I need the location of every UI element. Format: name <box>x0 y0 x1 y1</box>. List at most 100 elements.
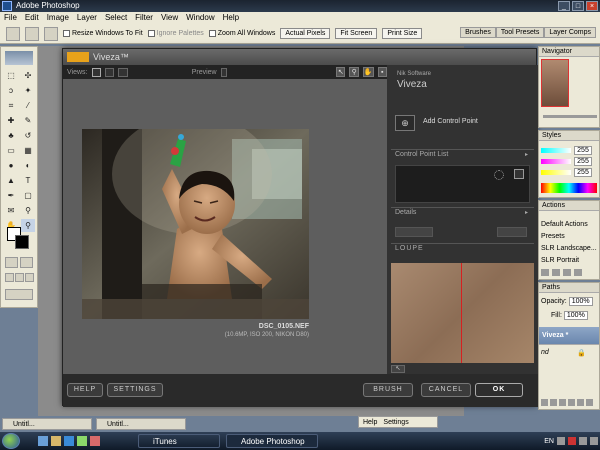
side-by-side-view-icon[interactable] <box>118 67 128 77</box>
zoom-tool-icon-viveza[interactable]: ⚲ <box>349 67 359 77</box>
app-icon[interactable] <box>77 436 87 446</box>
control-point-list[interactable] <box>395 165 530 203</box>
eraser-tool-icon[interactable]: ▭ <box>4 144 18 157</box>
settings-tab[interactable]: Settings <box>383 417 408 427</box>
blur-tool-icon[interactable]: ● <box>4 159 18 172</box>
imageready-jump-icon[interactable] <box>5 289 33 300</box>
magic-wand-icon[interactable]: ✦ <box>21 84 35 97</box>
print-size-button[interactable]: Print Size <box>382 28 423 39</box>
trash-icon[interactable] <box>586 399 593 406</box>
slice-tool-icon[interactable]: ⁄ <box>21 99 35 112</box>
reset-icon[interactable] <box>494 170 504 180</box>
opacity-field[interactable]: 100% <box>568 297 593 306</box>
action-item[interactable]: SLR Landscape... <box>541 245 597 252</box>
action-item[interactable]: SLR Portrait <box>541 257 579 264</box>
hand-tool-icon-viveza[interactable]: ✋ <box>362 67 374 77</box>
tab-layer-comps[interactable]: Layer Comps <box>544 27 596 38</box>
blue-value[interactable]: 255 <box>574 168 592 177</box>
menu-edit[interactable]: Edit <box>25 12 39 24</box>
resize-windows-checkbox[interactable]: Resize Windows To Fit <box>63 30 143 37</box>
details-right-button[interactable] <box>497 227 527 237</box>
play-icon[interactable] <box>563 269 571 276</box>
healing-brush-icon[interactable]: ✚ <box>4 114 18 127</box>
fill-field[interactable]: 100% <box>563 311 588 320</box>
ie-icon[interactable] <box>64 436 74 446</box>
green-slider[interactable] <box>541 159 571 164</box>
stop-icon[interactable] <box>541 269 549 276</box>
loupe-split-line[interactable] <box>461 263 462 363</box>
eyedropper-icon[interactable]: ⚲ <box>21 204 35 217</box>
media-icon[interactable] <box>90 436 100 446</box>
zoom-all-windows-checkbox[interactable]: Zoom All Windows <box>208 30 275 37</box>
tray-alert-icon[interactable] <box>568 437 576 445</box>
help-tab[interactable]: Help <box>363 417 377 427</box>
add-control-point-button[interactable]: Add Control Point <box>423 118 478 125</box>
dodge-tool-icon[interactable]: ◐ <box>21 159 35 172</box>
single-view-icon[interactable] <box>91 67 101 77</box>
desktop-icon[interactable] <box>38 436 48 446</box>
minimized-doc-2[interactable]: Untitl... <box>96 418 186 430</box>
blue-slider[interactable] <box>541 170 571 175</box>
minimize-button[interactable]: _ <box>558 1 570 11</box>
folder-icon[interactable] <box>51 436 61 446</box>
mask-icon[interactable] <box>559 399 566 406</box>
record-icon[interactable] <box>552 269 560 276</box>
move-tool-icon[interactable]: ✣ <box>21 69 35 82</box>
add-control-point-icon[interactable]: ⊕ <box>395 115 415 131</box>
screen-mode-2-icon[interactable] <box>15 273 24 282</box>
notes-tool-icon[interactable]: ✉ <box>4 204 18 217</box>
details-left-button[interactable] <box>395 227 433 237</box>
pointer-tool-icon[interactable]: ↖ <box>336 67 346 77</box>
red-value[interactable]: 255 <box>574 146 592 155</box>
fx-icon[interactable] <box>550 399 557 406</box>
layer-background[interactable]: nd <box>541 349 549 356</box>
new-layer-icon[interactable] <box>577 399 584 406</box>
zoom-tool-icon[interactable] <box>6 26 20 41</box>
delete-point-icon[interactable] <box>514 169 524 179</box>
language-indicator[interactable]: EN <box>544 438 554 445</box>
green-value[interactable]: 255 <box>574 157 592 166</box>
crop-tool-icon[interactable]: ⌗ <box>4 99 18 112</box>
brush-tool-icon[interactable]: ✎ <box>21 114 35 127</box>
stamp-tool-icon[interactable]: ♣ <box>4 129 18 142</box>
link-icon[interactable] <box>541 399 548 406</box>
tray-icon[interactable] <box>557 437 565 445</box>
menu-window[interactable]: Window <box>186 12 214 24</box>
marquee-tool-icon[interactable]: ⬚ <box>4 69 18 82</box>
shape-tool-icon[interactable]: ▢ <box>21 189 35 202</box>
details-expand-icon[interactable]: ▸ <box>525 209 528 216</box>
tab-tool-presets[interactable]: Tool Presets <box>495 27 545 38</box>
preview-photo[interactable] <box>82 129 309 319</box>
zoom-in-icon[interactable] <box>25 26 39 41</box>
type-tool-icon[interactable]: T <box>21 174 35 187</box>
layer-viveza[interactable]: Viveza * <box>539 327 599 345</box>
tab-styles[interactable]: Styles <box>539 131 599 141</box>
menu-layer[interactable]: Layer <box>77 12 97 24</box>
new-action-icon[interactable] <box>574 269 582 276</box>
taskbar-photoshop[interactable]: Adobe Photoshop <box>226 434 318 448</box>
action-item[interactable]: Default Actions <box>541 221 588 228</box>
settings-button[interactable]: SETTINGS <box>107 383 163 397</box>
ok-button[interactable]: OK <box>475 383 523 397</box>
menu-image[interactable]: Image <box>47 12 69 24</box>
taskbar-itunes[interactable]: iTunes <box>138 434 220 448</box>
loupe-view[interactable] <box>391 263 534 363</box>
network-icon[interactable] <box>579 437 587 445</box>
menu-file[interactable]: File <box>4 12 17 24</box>
history-brush-icon[interactable]: ↺ <box>21 129 35 142</box>
minimized-doc-1[interactable]: Untitl... <box>2 418 92 430</box>
loupe-pin-icon[interactable]: ↖ <box>391 365 405 373</box>
fit-screen-button[interactable]: Fit Screen <box>335 28 378 39</box>
background-color-icon[interactable]: ▪ <box>377 67 387 77</box>
cancel-button[interactable]: CANCEL <box>421 383 471 397</box>
menu-select[interactable]: Select <box>105 12 127 24</box>
quick-mask-icon[interactable] <box>20 257 33 268</box>
color-ramp[interactable] <box>541 183 597 193</box>
preview-canvas[interactable]: DSC_0105.NEF (10.6MP, ISO 200, NIKON D80… <box>63 79 387 374</box>
tab-navigator[interactable]: Navigator <box>539 47 599 57</box>
brush-button[interactable]: BRUSH <box>363 383 413 397</box>
start-button[interactable] <box>2 433 20 449</box>
action-item[interactable]: Presets <box>541 233 565 240</box>
close-button[interactable]: × <box>586 1 598 11</box>
tab-paths[interactable]: Paths <box>539 283 599 293</box>
